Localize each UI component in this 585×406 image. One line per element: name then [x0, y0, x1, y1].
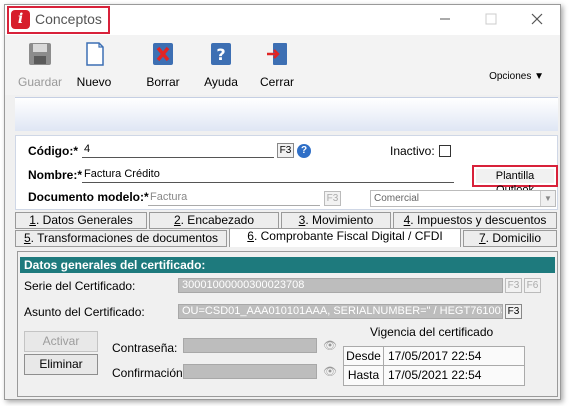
maximize-icon [485, 13, 497, 25]
close-icon [531, 13, 543, 25]
plantilla-outlook-button[interactable]: Plantilla Outlook [476, 169, 554, 196]
eliminar-button[interactable]: Eliminar [24, 354, 98, 375]
tab-domicilio[interactable]: 7. Domicilio [463, 230, 557, 247]
borrar-label: Borrar [146, 75, 180, 89]
tipo-select-value: Comercial [374, 193, 420, 204]
new-document-icon [86, 42, 104, 66]
desde-label: Desde [344, 347, 384, 366]
svg-text:?: ? [216, 45, 225, 64]
tab-datos-generales[interactable]: 1. Datos Generales [15, 212, 147, 229]
chevron-down-icon: ▼ [540, 191, 555, 206]
tipo-select[interactable]: Comercial ▼ [370, 190, 556, 207]
conceptos-window: i Conceptos Guardar Nuevo Borrar ? Ayuda… [4, 4, 561, 400]
codigo-label: Código:* [28, 144, 78, 158]
minimize-icon [440, 18, 450, 20]
guardar-label: Guardar [17, 75, 63, 89]
tab-transformaciones[interactable]: 5. Transformaciones de documentos [15, 230, 227, 247]
codigo-input[interactable]: 4 [82, 142, 274, 158]
exit-door-icon [267, 43, 287, 65]
cerrar-label: Cerrar [259, 75, 294, 89]
nuevo-label: Nuevo [76, 75, 112, 89]
serie-f3-button[interactable]: F3 [505, 278, 522, 293]
hasta-value: 17/05/2021 22:54 [388, 368, 482, 382]
plantilla-highlight-box: Plantilla Outlook [472, 165, 558, 196]
show-password-eye-icon[interactable]: 👁 [323, 339, 337, 352]
close-window-button[interactable] [514, 5, 560, 35]
tab-movimiento[interactable]: 3. Movimiento [281, 212, 391, 229]
confirmacion-input[interactable] [183, 364, 317, 379]
asunto-label: Asunto del Certificado: [24, 305, 145, 319]
help-question-icon: ? [211, 43, 231, 65]
minimize-button[interactable] [422, 5, 468, 35]
ayuda-button[interactable]: ? Ayuda [194, 39, 248, 93]
desde-value: 17/05/2017 22:54 [388, 349, 482, 363]
help-icon[interactable]: ? [297, 144, 311, 158]
contrasena-label: Contraseña: [112, 341, 178, 355]
ayuda-label: Ayuda [204, 75, 238, 89]
cerrar-button[interactable]: Cerrar [250, 39, 304, 93]
documento-modelo-label: Documento modelo:* [28, 190, 149, 204]
serie-certificado-field[interactable]: 30001000000300023708 [178, 278, 503, 293]
show-confirmation-eye-icon[interactable]: 👁 [323, 365, 337, 378]
confirmacion-label: Confirmación: [112, 366, 187, 380]
documento-f3-button[interactable]: F3 [324, 191, 341, 206]
title-bar: i Conceptos [5, 5, 560, 35]
borrar-button[interactable]: Borrar [136, 39, 190, 93]
tab-encabezado[interactable]: 2. Encabezado [149, 212, 279, 229]
tab-comprobante-fiscal[interactable]: 6. Comprobante Fiscal Digital / CFDI [229, 228, 461, 247]
toolbar: Guardar Nuevo Borrar ? Ayuda Cerrar Opci… [5, 35, 560, 95]
asunto-f3-button[interactable]: F3 [505, 304, 522, 319]
asunto-certificado-field[interactable]: OU=CSD01_AAA010101AAA, SERIALNUMBER=" / … [178, 304, 503, 319]
activar-button[interactable]: Activar [24, 331, 98, 352]
maximize-button[interactable] [468, 5, 514, 35]
opciones-menu[interactable]: Opciones ▼ [489, 71, 544, 82]
vigencia-label: Vigencia del certificado [370, 325, 494, 339]
vigencia-hasta-row: Hasta 17/05/2021 22:54 [343, 365, 525, 386]
nombre-label: Nombre:* [28, 168, 83, 182]
codigo-f3-button[interactable]: F3 [277, 143, 294, 158]
hasta-label: Hasta [344, 366, 384, 385]
tab-impuestos-descuentos[interactable]: 4. Impuestos y descuentos [393, 212, 557, 229]
title-highlight-box [7, 6, 110, 34]
guardar-button[interactable]: Guardar [13, 39, 67, 93]
inactivo-label: Inactivo: [390, 144, 435, 158]
concepto-form-panel: Código:* 4 F3 ? Inactivo: Nombre:* Factu… [15, 135, 558, 210]
serie-f6-button[interactable]: F6 [524, 278, 541, 293]
nuevo-button[interactable]: Nuevo [67, 39, 121, 93]
vigencia-desde-row: Desde 17/05/2017 22:54 [343, 346, 525, 367]
cfdi-content-panel: Datos generales del certificado: Serie d… [17, 251, 558, 397]
header-strip [15, 97, 558, 131]
documento-modelo-input[interactable]: Factura [148, 190, 320, 206]
save-disk-icon [29, 43, 51, 65]
delete-x-icon [153, 43, 173, 65]
nombre-input[interactable]: Factura Crédito [82, 167, 454, 183]
inactivo-checkbox[interactable] [439, 145, 451, 157]
serie-label: Serie del Certificado: [24, 279, 136, 293]
section-title: Datos generales del certificado: [20, 257, 555, 273]
contrasena-input[interactable] [183, 338, 317, 353]
